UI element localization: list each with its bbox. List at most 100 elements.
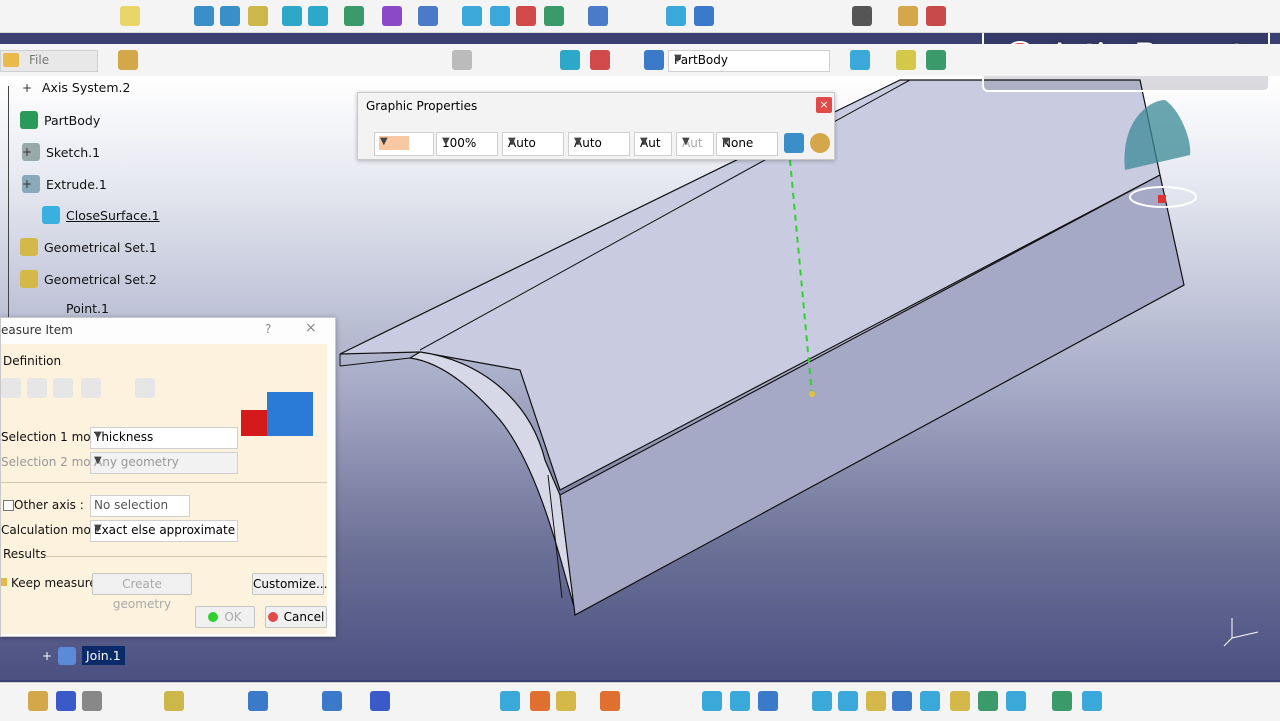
formula-icon[interactable] [294,691,314,711]
publish-icon[interactable] [400,691,420,711]
tree-item-closesurface[interactable]: CloseSurface.1 [42,206,160,224]
cancel-button[interactable]: Cancel [265,606,327,628]
tree-item-extrude[interactable]: + Extrude.1 [22,175,107,193]
apply-material-icon[interactable] [896,50,916,70]
knowledge-icon[interactable] [322,691,342,711]
camera-icon[interactable] [852,6,872,26]
line-thickness-selector[interactable]: Auto ▼ [568,132,630,156]
boolean-icon[interactable] [590,50,610,70]
normal-view-icon[interactable] [866,691,886,711]
pan-icon[interactable] [758,691,778,711]
hide-show-icon[interactable] [978,691,998,711]
pad-icon[interactable] [282,6,302,26]
customize-button[interactable]: Customize... [252,573,327,595]
point-icon[interactable] [68,6,88,26]
pocket-icon[interactable] [308,6,328,26]
zoom-in-icon[interactable] [812,691,832,711]
expand-icon[interactable]: + [22,146,32,158]
sketch-icon[interactable] [898,6,918,26]
other-axis-checkbox[interactable] [3,500,14,511]
transform-icon[interactable] [418,6,438,26]
measure-item-mode-icon[interactable] [135,378,155,398]
fill-color-selector[interactable]: ▼ [374,132,434,156]
selection1-dropdown[interactable]: Thickness ▼ [90,427,238,449]
snap-icon[interactable] [480,50,500,70]
tree-item-point[interactable]: Point.1 [42,301,109,316]
sweep-icon[interactable] [490,6,510,26]
help-button[interactable]: ? [265,322,271,336]
render-style-icon[interactable] [1052,691,1072,711]
ok-button[interactable]: OK [195,606,255,628]
selection2-dropdown[interactable]: Any geometry ▼ [90,452,238,474]
measure-mode-1-icon[interactable] [1,378,21,398]
point-symbol-selector-2[interactable]: Aut ▼ [676,132,714,156]
surface-mode-icon[interactable] [644,50,664,70]
offset-icon[interactable] [544,6,564,26]
grid-icon[interactable] [532,50,552,70]
measure-item-icon[interactable] [694,6,714,26]
settings-icon[interactable] [926,50,946,70]
measure-mode-2-icon[interactable] [27,378,47,398]
fly-icon[interactable] [702,691,722,711]
swap-icon[interactable] [500,691,520,711]
shaft-icon[interactable] [344,6,364,26]
point-symbol-selector[interactable]: Aut ▼ [634,132,672,156]
part-body-selector[interactable]: PartBody ▼ [668,50,830,72]
keep-measure-checkbox[interactable] [1,578,7,586]
analysis-icon[interactable] [926,6,946,26]
render-icon[interactable] [850,50,870,70]
file-menu[interactable]: File [0,50,98,72]
tree-item-sketch[interactable]: + Sketch.1 [22,143,100,161]
open-file-icon[interactable] [28,691,48,711]
zoom-out-icon[interactable] [838,691,858,711]
other-axis-field[interactable]: No selection [90,495,190,517]
expand-icon[interactable]: + [22,178,32,190]
whats-this-icon[interactable] [248,691,268,711]
measure-mode-4-icon[interactable] [81,378,101,398]
new-icon[interactable] [2,691,22,711]
calc-mode-dropdown[interactable]: Exact else approximate ▼ [90,520,238,542]
bottle-icon[interactable] [556,691,576,711]
tools-icon[interactable] [588,6,608,26]
close-button[interactable]: × [816,97,832,113]
undo-icon[interactable] [452,50,472,70]
tree-item-join[interactable]: + Join.1 [42,646,125,665]
catalog-icon[interactable] [426,691,446,711]
axis-icon[interactable] [506,50,526,70]
spline-icon[interactable] [194,6,214,26]
extract-icon[interactable] [462,6,482,26]
open-icon[interactable] [118,50,138,70]
list-icon[interactable] [616,50,636,70]
part-design-icon[interactable] [560,50,580,70]
curve-icon[interactable] [220,6,240,26]
painter-icon[interactable] [784,133,804,153]
magnifier-icon[interactable] [1082,691,1102,711]
shading-icon[interactable] [950,691,970,711]
print-icon[interactable] [82,691,102,711]
create-geometry-button[interactable]: Create geometry [92,573,192,611]
help-icon[interactable] [722,6,742,26]
properties-icon[interactable] [810,133,830,153]
fit-all-icon[interactable] [730,691,750,711]
save-icon[interactable] [56,691,76,711]
undo-icon[interactable] [190,691,210,711]
expand-icon[interactable]: + [42,650,52,662]
surface-icon[interactable] [248,6,268,26]
tree-item-partbody[interactable]: PartBody [20,111,100,129]
rotate-icon[interactable] [786,691,806,711]
layer-selector[interactable]: None ▼ [716,132,778,156]
iso-view-icon[interactable] [920,691,940,711]
tree-item-geometrical-set-1[interactable]: Geometrical Set.1 [20,238,157,256]
blend-icon[interactable] [516,6,536,26]
line-icon[interactable] [92,6,112,26]
script-icon[interactable] [530,691,550,711]
multi-view-icon[interactable] [892,691,912,711]
measure-mode-3-icon[interactable] [53,378,73,398]
copy-icon[interactable] [136,691,156,711]
transparency-selector[interactable]: 100% ▼ [436,132,498,156]
measure-between-icon[interactable] [666,6,686,26]
swap-visible-icon[interactable] [1006,691,1026,711]
pattern-icon[interactable] [382,6,402,26]
paste-icon[interactable] [164,691,184,711]
redo-icon[interactable] [218,691,238,711]
